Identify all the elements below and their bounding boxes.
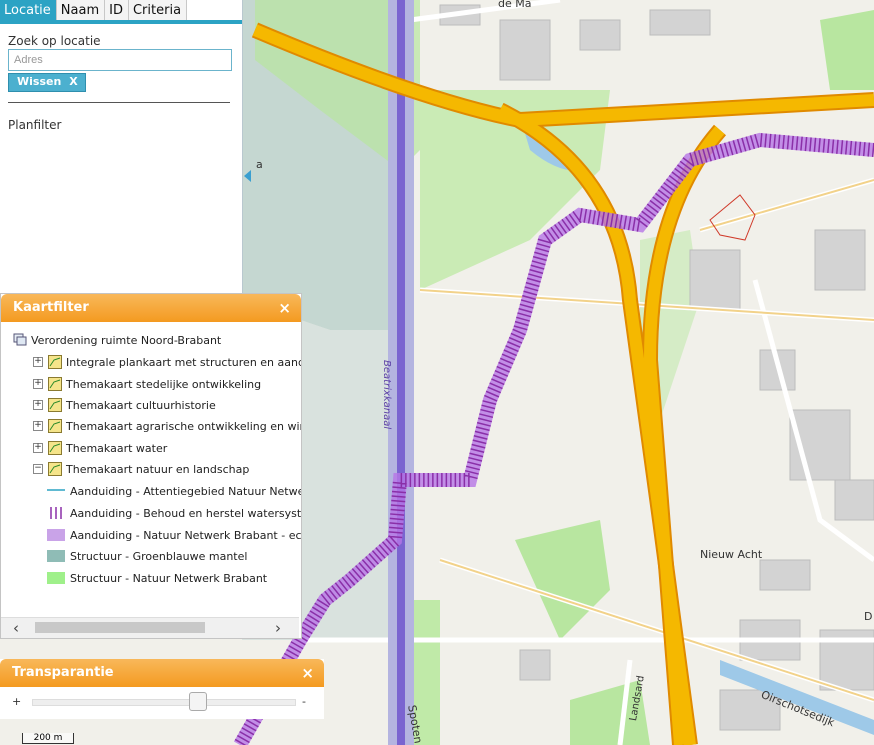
expand-icon[interactable]: + bbox=[33, 443, 43, 453]
transparency-slider[interactable] bbox=[32, 699, 296, 706]
layer-item-label: Themakaart agrarische ontwikkeling en wi… bbox=[66, 419, 301, 433]
tab-criteria[interactable]: Criteria bbox=[128, 0, 188, 20]
layer-tree: Verordening ruimte Noord-Brabant + Integ… bbox=[1, 322, 301, 618]
transparantie-close-icon[interactable]: × bbox=[301, 659, 314, 687]
map-scale-bar: 200 m bbox=[22, 733, 74, 744]
address-search-input[interactable] bbox=[8, 49, 232, 71]
legend-item: Aanduiding - Attentiegebied Natuur Netwe… bbox=[47, 483, 301, 499]
collapse-panel-arrow-icon[interactable] bbox=[244, 170, 251, 182]
legend-label: Aanduiding - Attentiegebied Natuur Netwe… bbox=[70, 484, 301, 498]
legend-label: Aanduiding - Natuur Netwerk Brabant - ec… bbox=[70, 528, 301, 542]
collapse-icon[interactable]: − bbox=[33, 464, 43, 474]
map-layer-icon bbox=[48, 441, 62, 455]
legend-fill-swatch bbox=[47, 572, 65, 584]
layer-item[interactable]: + Themakaart stedelijke ontwikkeling bbox=[33, 376, 261, 392]
horizontal-scrollbar[interactable]: ‹ › bbox=[1, 617, 299, 638]
slider-plus-label: + bbox=[12, 695, 22, 708]
legend-label: Structuur - Natuur Netwerk Brabant bbox=[70, 571, 268, 585]
tab-naam[interactable]: Naam bbox=[56, 0, 106, 20]
map-label-east-edge: D bbox=[864, 610, 873, 623]
expand-icon[interactable]: + bbox=[33, 357, 43, 367]
layer-item-label: Themakaart water bbox=[66, 441, 168, 455]
legend-label: Structuur - Groenblauwe mantel bbox=[70, 549, 248, 563]
legend-item: Aanduiding - Natuur Netwerk Brabant - ec… bbox=[47, 527, 301, 543]
legend-line-swatch bbox=[47, 489, 65, 491]
clear-button[interactable]: Wissen X bbox=[8, 73, 86, 92]
search-label: Zoek op locatie bbox=[8, 34, 101, 48]
expand-icon[interactable]: + bbox=[33, 421, 43, 431]
layer-item[interactable]: + Integrale plankaart met structuren en … bbox=[33, 354, 301, 370]
layers-icon bbox=[13, 333, 27, 346]
legend-label: Aanduiding - Behoud en herstel watersyst… bbox=[70, 506, 301, 520]
legend-fill-swatch bbox=[47, 529, 65, 541]
legend-fill-swatch bbox=[47, 550, 65, 562]
tab-locatie[interactable]: Locatie bbox=[0, 0, 57, 20]
transparantie-header[interactable]: Transparantie × bbox=[0, 659, 324, 687]
layer-item-label: Themakaart cultuurhistorie bbox=[66, 398, 216, 412]
layer-item-label: Themakaart stedelijke ontwikkeling bbox=[66, 377, 262, 391]
layer-item[interactable]: + Themakaart water bbox=[33, 440, 167, 456]
expand-icon[interactable]: + bbox=[33, 379, 43, 389]
layer-item[interactable]: + Themakaart cultuurhistorie bbox=[33, 397, 216, 413]
scrollbar-thumb[interactable] bbox=[35, 622, 205, 633]
map-label-west-edge: a bbox=[256, 158, 263, 171]
layer-tree-root-label: Verordening ruimte Noord-Brabant bbox=[31, 333, 222, 347]
layer-item[interactable]: + Themakaart agrarische ontwikkeling en … bbox=[33, 418, 301, 434]
map-label-street-north: de Ma bbox=[498, 0, 532, 10]
expand-icon[interactable]: + bbox=[33, 400, 43, 410]
close-icon: X bbox=[69, 75, 78, 88]
legend-item: Structuur - Natuur Netwerk Brabant bbox=[47, 570, 267, 586]
map-layer-icon bbox=[48, 398, 62, 412]
planfilter-label[interactable]: Planfilter bbox=[8, 118, 61, 132]
transparantie-panel: Transparantie × + - bbox=[0, 659, 324, 719]
search-panel: Locatie Naam ID Criteria Zoek op locatie… bbox=[0, 0, 243, 300]
divider bbox=[8, 102, 230, 103]
layer-item-expanded[interactable]: − Themakaart natuur en landschap bbox=[33, 461, 249, 477]
search-tabs: Locatie Naam ID Criteria bbox=[0, 0, 242, 24]
beatrixkanaal-water bbox=[397, 0, 405, 745]
layer-tree-root[interactable]: Verordening ruimte Noord-Brabant bbox=[13, 332, 221, 348]
map-label-canal: Beatrixkanaal bbox=[381, 360, 392, 430]
scroll-right-icon[interactable]: › bbox=[275, 618, 281, 638]
legend-item: Structuur - Groenblauwe mantel bbox=[47, 548, 247, 564]
layer-item-label: Themakaart natuur en landschap bbox=[66, 462, 250, 476]
legend-item: Aanduiding - Behoud en herstel watersyst… bbox=[47, 505, 301, 521]
map-label-nieuw-acht: Nieuw Acht bbox=[700, 548, 763, 561]
clear-button-label: Wissen bbox=[17, 75, 62, 88]
slider-minus-label: - bbox=[302, 695, 306, 708]
transparency-slider-handle[interactable] bbox=[189, 692, 208, 711]
map-layer-icon bbox=[48, 377, 62, 391]
transparantie-title: Transparantie bbox=[12, 665, 114, 680]
kaartfilter-panel: Kaartfilter × Verordening ruimte Noord-B… bbox=[0, 293, 302, 639]
map-layer-icon bbox=[48, 462, 62, 476]
kaartfilter-title: Kaartfilter bbox=[13, 300, 89, 315]
kaartfilter-header[interactable]: Kaartfilter × bbox=[1, 294, 301, 322]
layer-item-label: Integrale plankaart met structuren en aa… bbox=[66, 355, 301, 369]
map-layer-icon bbox=[48, 355, 62, 369]
legend-hatch-swatch bbox=[50, 507, 62, 519]
map-layer-icon bbox=[48, 419, 62, 433]
tab-id[interactable]: ID bbox=[105, 0, 129, 20]
scroll-left-icon[interactable]: ‹ bbox=[13, 618, 19, 638]
kaartfilter-close-icon[interactable]: × bbox=[278, 294, 291, 322]
